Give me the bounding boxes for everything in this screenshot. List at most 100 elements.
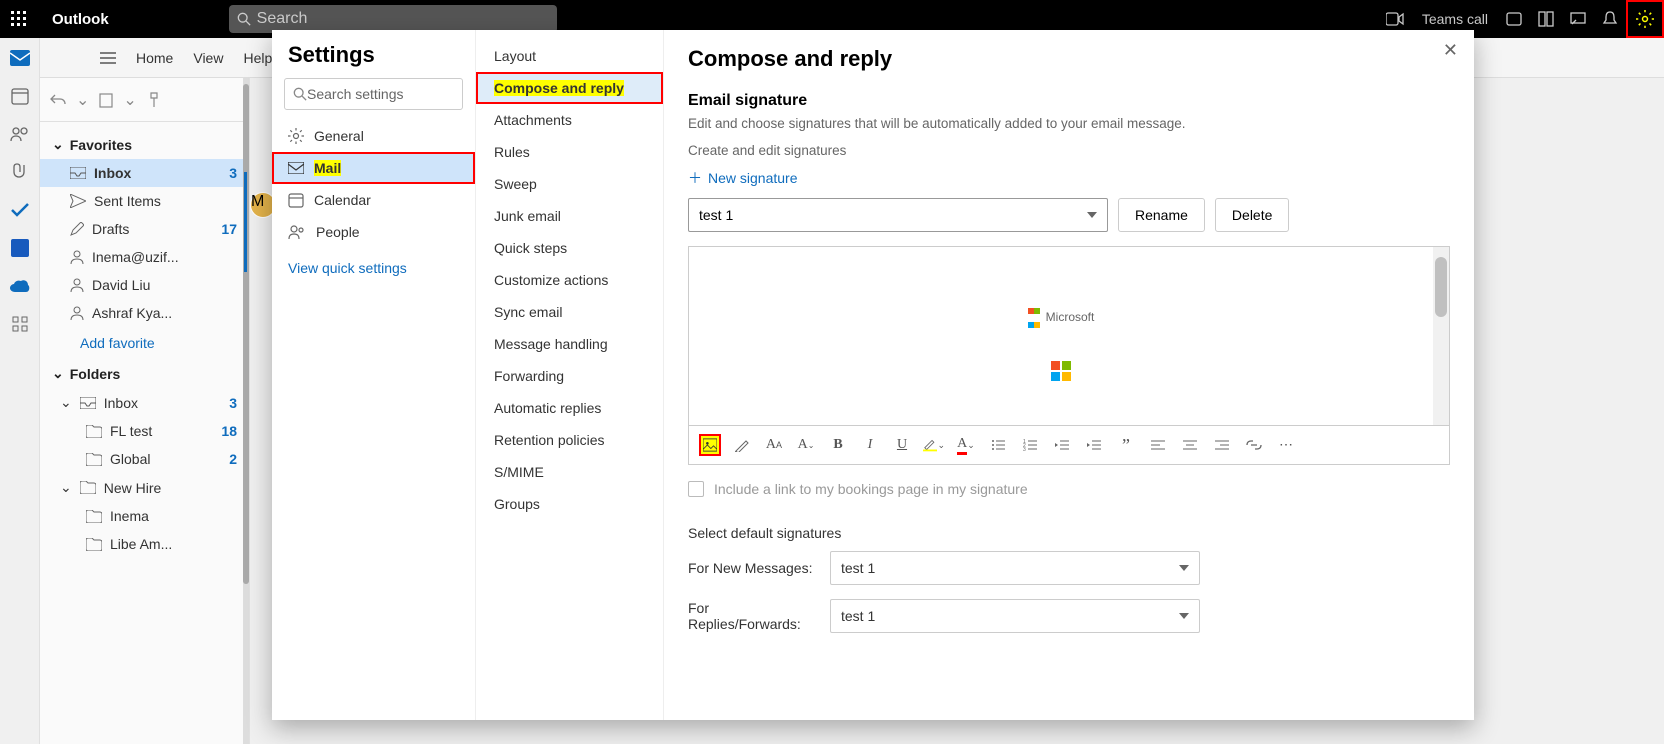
more-formatting-button[interactable]: ⋯: [1275, 434, 1297, 456]
mail-opt-rules[interactable]: Rules: [476, 136, 663, 168]
person-favorite[interactable]: Inema@uzif...: [40, 243, 249, 271]
signature-name-dropdown[interactable]: test 1: [688, 198, 1108, 232]
calendar-icon: [288, 192, 304, 208]
inbox-folder[interactable]: ⌄ Inbox 3: [40, 388, 249, 417]
category-mail[interactable]: Mail: [272, 152, 475, 184]
meet-now-icon[interactable]: [1498, 0, 1530, 38]
folders-header[interactable]: ⌄ Folders: [40, 359, 249, 388]
ribbon-tab-home[interactable]: Home: [136, 50, 173, 66]
global-folder[interactable]: Global 2: [40, 445, 249, 473]
link-button[interactable]: [1243, 434, 1265, 456]
person-favorite[interactable]: Ashraf Kya...: [40, 299, 249, 327]
mail-opt-customize[interactable]: Customize actions: [476, 264, 663, 296]
format-painter-icon[interactable]: [147, 92, 161, 108]
add-favorite-link[interactable]: Add favorite: [40, 327, 249, 359]
pen-icon[interactable]: [731, 434, 753, 456]
settings-gear-icon[interactable]: [1626, 0, 1664, 38]
delete-button[interactable]: Delete: [1215, 198, 1289, 232]
mail-opt-forwarding[interactable]: Forwarding: [476, 360, 663, 392]
category-calendar[interactable]: Calendar: [272, 184, 475, 216]
italic-button[interactable]: I: [859, 434, 881, 456]
default-new-dropdown[interactable]: test 1: [830, 551, 1200, 585]
underline-button[interactable]: U: [891, 434, 913, 456]
mail-opt-junk[interactable]: Junk email: [476, 200, 663, 232]
numbered-list-button[interactable]: 123: [1019, 434, 1041, 456]
more-apps-icon[interactable]: [8, 312, 32, 336]
person-icon: [70, 278, 84, 292]
app-launcher-icon[interactable]: [0, 0, 38, 38]
align-left-button[interactable]: [1147, 434, 1169, 456]
highlight-button[interactable]: ⌄: [923, 434, 945, 456]
hamburger-icon[interactable]: [100, 52, 116, 64]
mail-opt-retention[interactable]: Retention policies: [476, 424, 663, 456]
outdent-button[interactable]: [1051, 434, 1073, 456]
dropdown-icon[interactable]: ⌄: [123, 90, 136, 110]
chevron-down-icon: ⌄: [52, 136, 64, 153]
bulleted-list-button[interactable]: [987, 434, 1009, 456]
mail-opt-msghandling[interactable]: Message handling: [476, 328, 663, 360]
todo-icon[interactable]: [8, 198, 32, 222]
calendar-icon[interactable]: [8, 84, 32, 108]
mail-opt-sweep[interactable]: Sweep: [476, 168, 663, 200]
mail-opt-attachments[interactable]: Attachments: [476, 104, 663, 136]
my-day-icon[interactable]: [1530, 0, 1562, 38]
new-signature-link[interactable]: ＋ New signature: [688, 168, 1450, 188]
person-icon: [70, 306, 84, 320]
sent-items-favorite[interactable]: Sent Items: [40, 187, 249, 215]
default-reply-dropdown[interactable]: test 1: [830, 599, 1200, 633]
word-icon[interactable]: [8, 236, 32, 260]
insert-image-button[interactable]: [699, 434, 721, 456]
mail-opt-smime[interactable]: S/MIME: [476, 456, 663, 488]
category-general[interactable]: General: [272, 120, 475, 152]
dropdown-icon[interactable]: ⌄: [76, 90, 89, 110]
align-center-button[interactable]: [1179, 434, 1201, 456]
indent-button[interactable]: [1083, 434, 1105, 456]
mail-opt-layout[interactable]: Layout: [476, 40, 663, 72]
svg-text:3: 3: [1023, 447, 1026, 451]
newhire-folder[interactable]: ⌄ New Hire: [40, 473, 249, 502]
undo-icon[interactable]: [50, 92, 66, 108]
people-icon[interactable]: [8, 122, 32, 146]
rename-button[interactable]: Rename: [1118, 198, 1205, 232]
mail-icon[interactable]: [8, 46, 32, 70]
notifications-icon[interactable]: [1594, 0, 1626, 38]
align-right-button[interactable]: [1211, 434, 1233, 456]
category-people[interactable]: People: [272, 216, 475, 248]
quote-button[interactable]: ”: [1115, 434, 1137, 456]
microsoft-logo: Microsoft: [1028, 303, 1095, 331]
person-favorite[interactable]: David Liu: [40, 271, 249, 299]
files-icon[interactable]: [8, 160, 32, 184]
ribbon-tab-view[interactable]: View: [193, 50, 223, 66]
chevron-down-icon: [1179, 613, 1189, 619]
mail-opt-groups[interactable]: Groups: [476, 488, 663, 520]
signature-heading: Email signature: [688, 92, 1450, 110]
font-color-button[interactable]: A⌄: [955, 434, 977, 456]
fltest-folder[interactable]: FL test 18: [40, 417, 249, 445]
settings-search[interactable]: Search settings: [284, 78, 463, 110]
inbox-favorite[interactable]: Inbox 3: [40, 159, 249, 187]
mail-opt-sync[interactable]: Sync email: [476, 296, 663, 328]
onedrive-icon[interactable]: [8, 274, 32, 298]
drafts-favorite[interactable]: Drafts 17: [40, 215, 249, 243]
font-size-decrease-icon[interactable]: A⌄: [795, 434, 817, 456]
inema-folder[interactable]: Inema: [40, 502, 249, 530]
paste-icon[interactable]: [99, 92, 113, 108]
mail-opt-compose-reply[interactable]: Compose and reply: [476, 72, 663, 104]
bold-button[interactable]: B: [827, 434, 849, 456]
libe-folder[interactable]: Libe Am...: [40, 530, 249, 558]
mail-opt-quicksteps[interactable]: Quick steps: [476, 232, 663, 264]
favorites-header[interactable]: ⌄ Favorites: [40, 130, 249, 159]
bookings-checkbox-row[interactable]: Include a link to my bookings page in my…: [688, 481, 1450, 497]
defaults-heading: Select default signatures: [688, 525, 1450, 541]
global-search[interactable]: Search: [229, 5, 557, 33]
tips-icon[interactable]: [1562, 0, 1594, 38]
font-size-icon[interactable]: AA: [763, 434, 785, 456]
editor-scrollbar[interactable]: [1433, 247, 1449, 425]
mail-opt-autoreply[interactable]: Automatic replies: [476, 392, 663, 424]
view-quick-settings-link[interactable]: View quick settings: [272, 248, 475, 288]
ribbon-tab-help[interactable]: Help: [243, 50, 272, 66]
gear-icon: [288, 128, 304, 144]
close-button[interactable]: ✕: [1443, 40, 1458, 61]
checkbox[interactable]: [688, 481, 704, 497]
signature-editor[interactable]: Microsoft: [688, 246, 1450, 426]
